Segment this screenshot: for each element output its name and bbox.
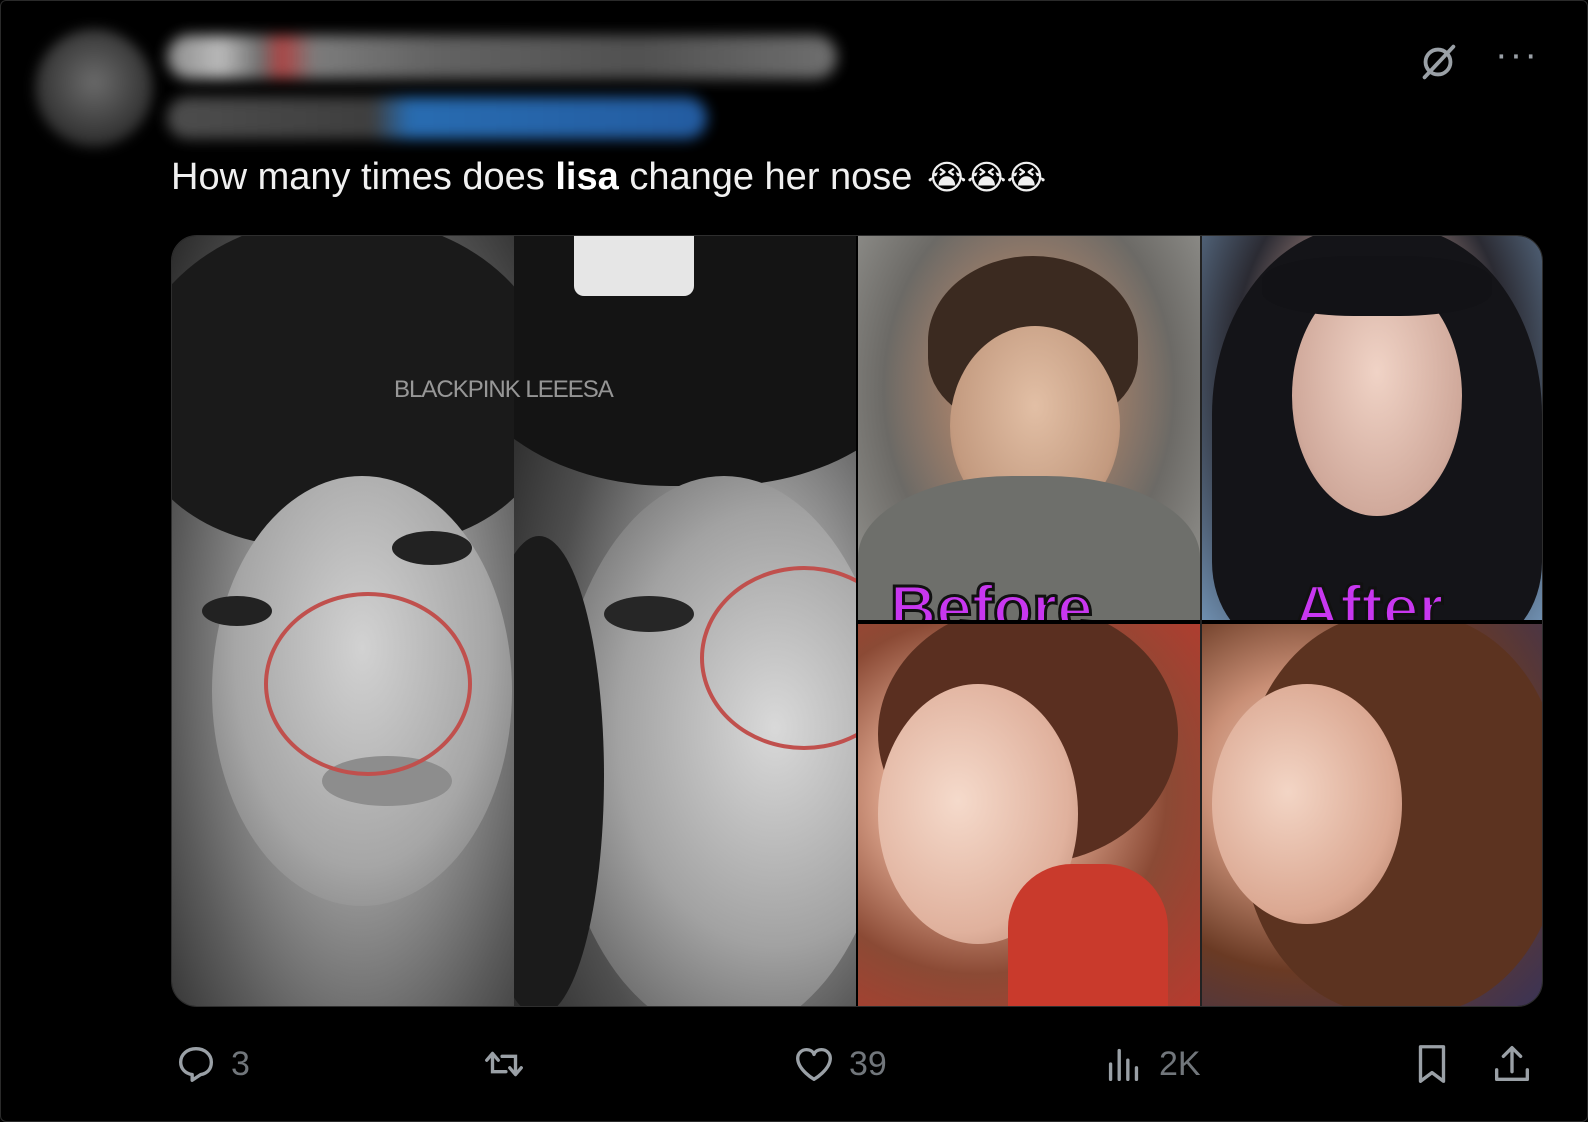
views-bar-chart-icon	[1108, 1048, 1139, 1082]
tweet-action-bar: 3 39 2K	[171, 1041, 1541, 1093]
repost-button[interactable]	[481, 1041, 539, 1087]
share-upload-icon	[1494, 1046, 1530, 1082]
bookmark-button[interactable]	[1409, 1041, 1455, 1087]
tweet-text-mention[interactable]: lisa	[555, 156, 618, 198]
photo-after: After	[1202, 236, 1542, 620]
photo-profile-1	[858, 624, 1200, 1006]
heart-icon	[796, 1047, 832, 1082]
author-avatar[interactable]	[35, 29, 153, 147]
views-count: 2K	[1159, 1044, 1201, 1083]
tweet-top-actions: ···	[1415, 36, 1539, 85]
author-handle-redacted[interactable]	[167, 97, 707, 139]
tweet-media-image[interactable]: BLACKPINK LEEESA Before After	[171, 235, 1543, 1007]
tweet-card: ··· How many times does lisa change her …	[0, 0, 1588, 1122]
tweet-text-part-1: How many times does	[171, 156, 556, 198]
like-count: 39	[849, 1044, 887, 1083]
grok-slash-icon[interactable]	[1415, 39, 1461, 85]
after-label: After	[1292, 572, 1444, 621]
crying-emoji: 😭😭😭	[927, 159, 1047, 197]
author-name-redacted[interactable]	[167, 35, 837, 79]
tweet-text: How many times does lisa change her nose…	[171, 153, 1046, 202]
bookmark-icon	[1418, 1045, 1446, 1083]
views-button[interactable]: 2K	[1101, 1041, 1201, 1087]
tweet-text-part-2: change her nose	[618, 156, 923, 198]
share-button[interactable]	[1489, 1041, 1535, 1087]
photo-before: Before	[858, 236, 1200, 620]
reply-button[interactable]: 3	[173, 1041, 250, 1087]
photo-grayscale-cap	[514, 236, 856, 1006]
repost-icon	[485, 1051, 523, 1077]
before-label: Before	[889, 572, 1095, 621]
photo-grayscale-front	[172, 236, 514, 1006]
photo-profile-2	[1202, 624, 1542, 1006]
nose-highlight-circle	[264, 592, 472, 776]
like-button[interactable]: 39	[791, 1041, 887, 1087]
reply-icon	[178, 1046, 214, 1082]
media-divider-2	[1200, 236, 1202, 1006]
image-watermark: BLACKPINK LEEESA	[394, 376, 614, 403]
reply-count: 3	[231, 1044, 250, 1083]
more-dots-icon[interactable]: ···	[1495, 36, 1539, 79]
